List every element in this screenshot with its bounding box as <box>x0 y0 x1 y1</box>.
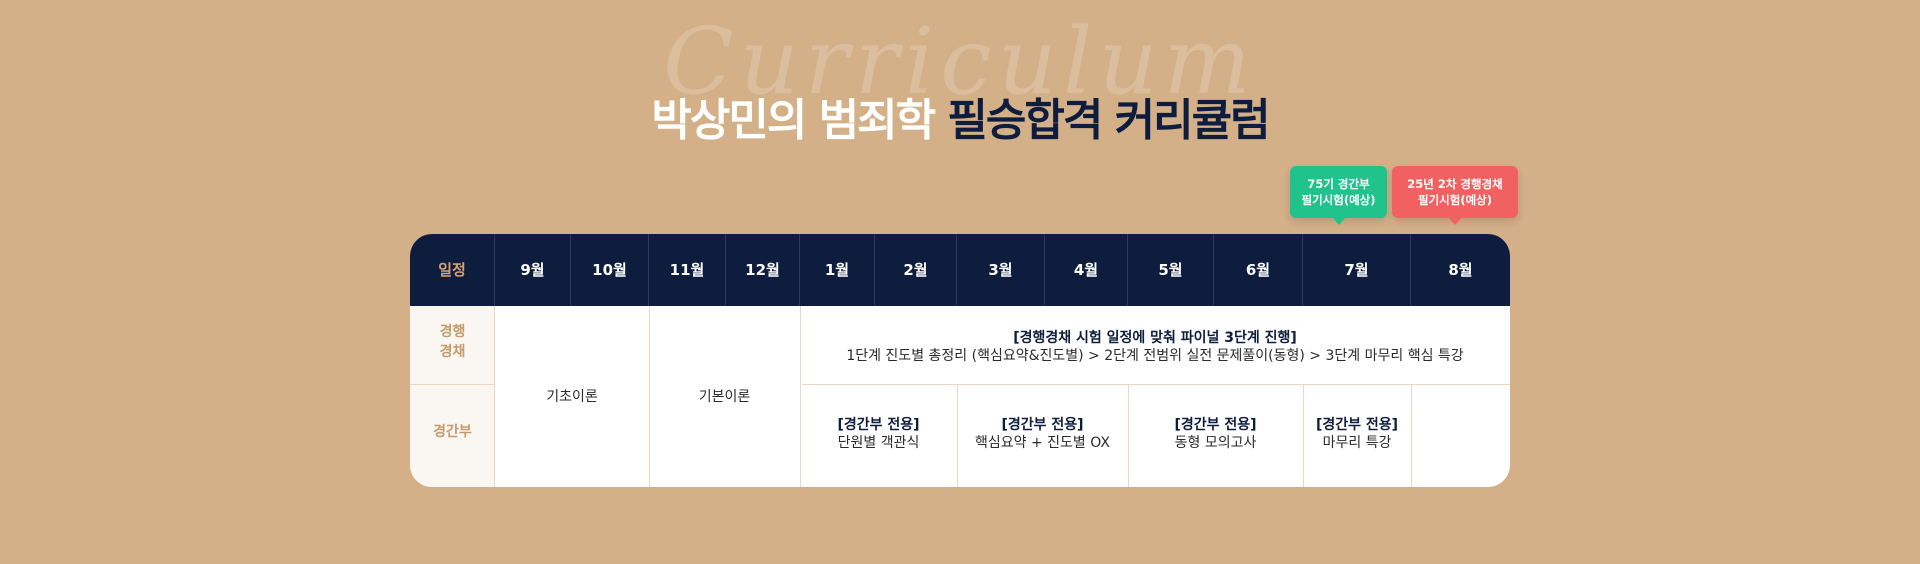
header-month: 7월 <box>1303 234 1411 306</box>
cell-basic-theory: 기초이론 <box>546 389 598 405</box>
gk-desc: 핵심요약 + 진도별 OX <box>975 435 1110 451</box>
cell-gk-unit-test: [경간부 전용] 단원별 객관식 <box>800 416 957 452</box>
title-part2: 필승합격 커리큘럼 <box>947 95 1270 146</box>
gk-desc: 동형 모의고사 <box>1174 435 1257 451</box>
badge-line1: 75기 경간부 <box>1307 177 1370 191</box>
gk-tag: [경간부 전용] <box>1315 417 1399 433</box>
header-month: 1월 <box>800 234 875 306</box>
page-title: 박상민의 범죄학 필승합격 커리큘럼 <box>0 84 1920 148</box>
row-label-gyeonghaeng: 경행 경채 <box>410 322 495 362</box>
row-label-gyeonggan: 경간부 <box>433 424 472 440</box>
gk-desc: 단원별 객관식 <box>837 435 920 451</box>
header-month: 3월 <box>957 234 1045 306</box>
header-month: 10월 <box>571 234 649 306</box>
title-part1: 박상민의 범죄학 <box>651 95 948 146</box>
cell-core-theory: 기본이론 <box>698 389 751 405</box>
cell-gk-summary-ox: [경간부 전용] 핵심요약 + 진도별 OX <box>957 416 1128 452</box>
header-month: 4월 <box>1045 234 1128 306</box>
badge-line1: 25년 2차 경행경채 <box>1407 177 1503 191</box>
badge-gyeonghaeng-exam: 25년 2차 경행경채 필기시험(예상) <box>1392 166 1518 225</box>
header-month: 5월 <box>1128 234 1214 306</box>
header-month: 11월 <box>649 234 726 306</box>
header-month: 12월 <box>726 234 800 306</box>
cell-gk-final-lecture: [경간부 전용] 마무리 특강 <box>1303 416 1411 452</box>
badge-line2: 필기시험(예상) <box>1418 193 1492 207</box>
gk-tag: [경간부 전용] <box>1174 417 1257 433</box>
divider <box>410 384 495 385</box>
row-label-column: 경행 경채 경간부 <box>410 306 495 487</box>
final-program-title: [경행경채 시험 일정에 맞춰 파이널 3단계 진행] <box>1013 330 1297 346</box>
divider <box>802 384 1510 385</box>
final-program-desc: 1단계 진도별 총정리 (핵심요약&진도별) > 2단계 전범위 실전 문제풀이… <box>846 348 1464 364</box>
badge-line2: 필기시험(예상) <box>1301 193 1376 207</box>
cell-final-program: [경행경채 시험 일정에 맞춰 파이널 3단계 진행] 1단계 진도별 총정리 … <box>800 329 1510 365</box>
gk-tag: [경간부 전용] <box>837 417 920 433</box>
badge-gyeonggan-exam: 75기 경간부 필기시험(예상) <box>1290 166 1387 225</box>
header-month: 6월 <box>1214 234 1303 306</box>
row-label-line1: 경행 <box>439 324 466 340</box>
divider <box>1411 384 1412 487</box>
curriculum-table: 일정 9월 10월 11월 12월 1월 2월 3월 4월 5월 6월 7월 8… <box>410 234 1510 487</box>
header-schedule: 일정 <box>410 234 495 306</box>
table-header: 일정 9월 10월 11월 12월 1월 2월 3월 4월 5월 6월 7월 8… <box>410 234 1510 306</box>
row-label-line2: 경채 <box>439 344 466 360</box>
cell-gk-mock-exam: [경간부 전용] 동형 모의고사 <box>1128 416 1303 452</box>
header-month: 8월 <box>1448 261 1473 279</box>
header-month: 9월 <box>495 234 571 306</box>
gk-tag: [경간부 전용] <box>1001 417 1084 433</box>
gk-desc: 마무리 특강 <box>1322 435 1392 451</box>
header-month: 2월 <box>875 234 957 306</box>
